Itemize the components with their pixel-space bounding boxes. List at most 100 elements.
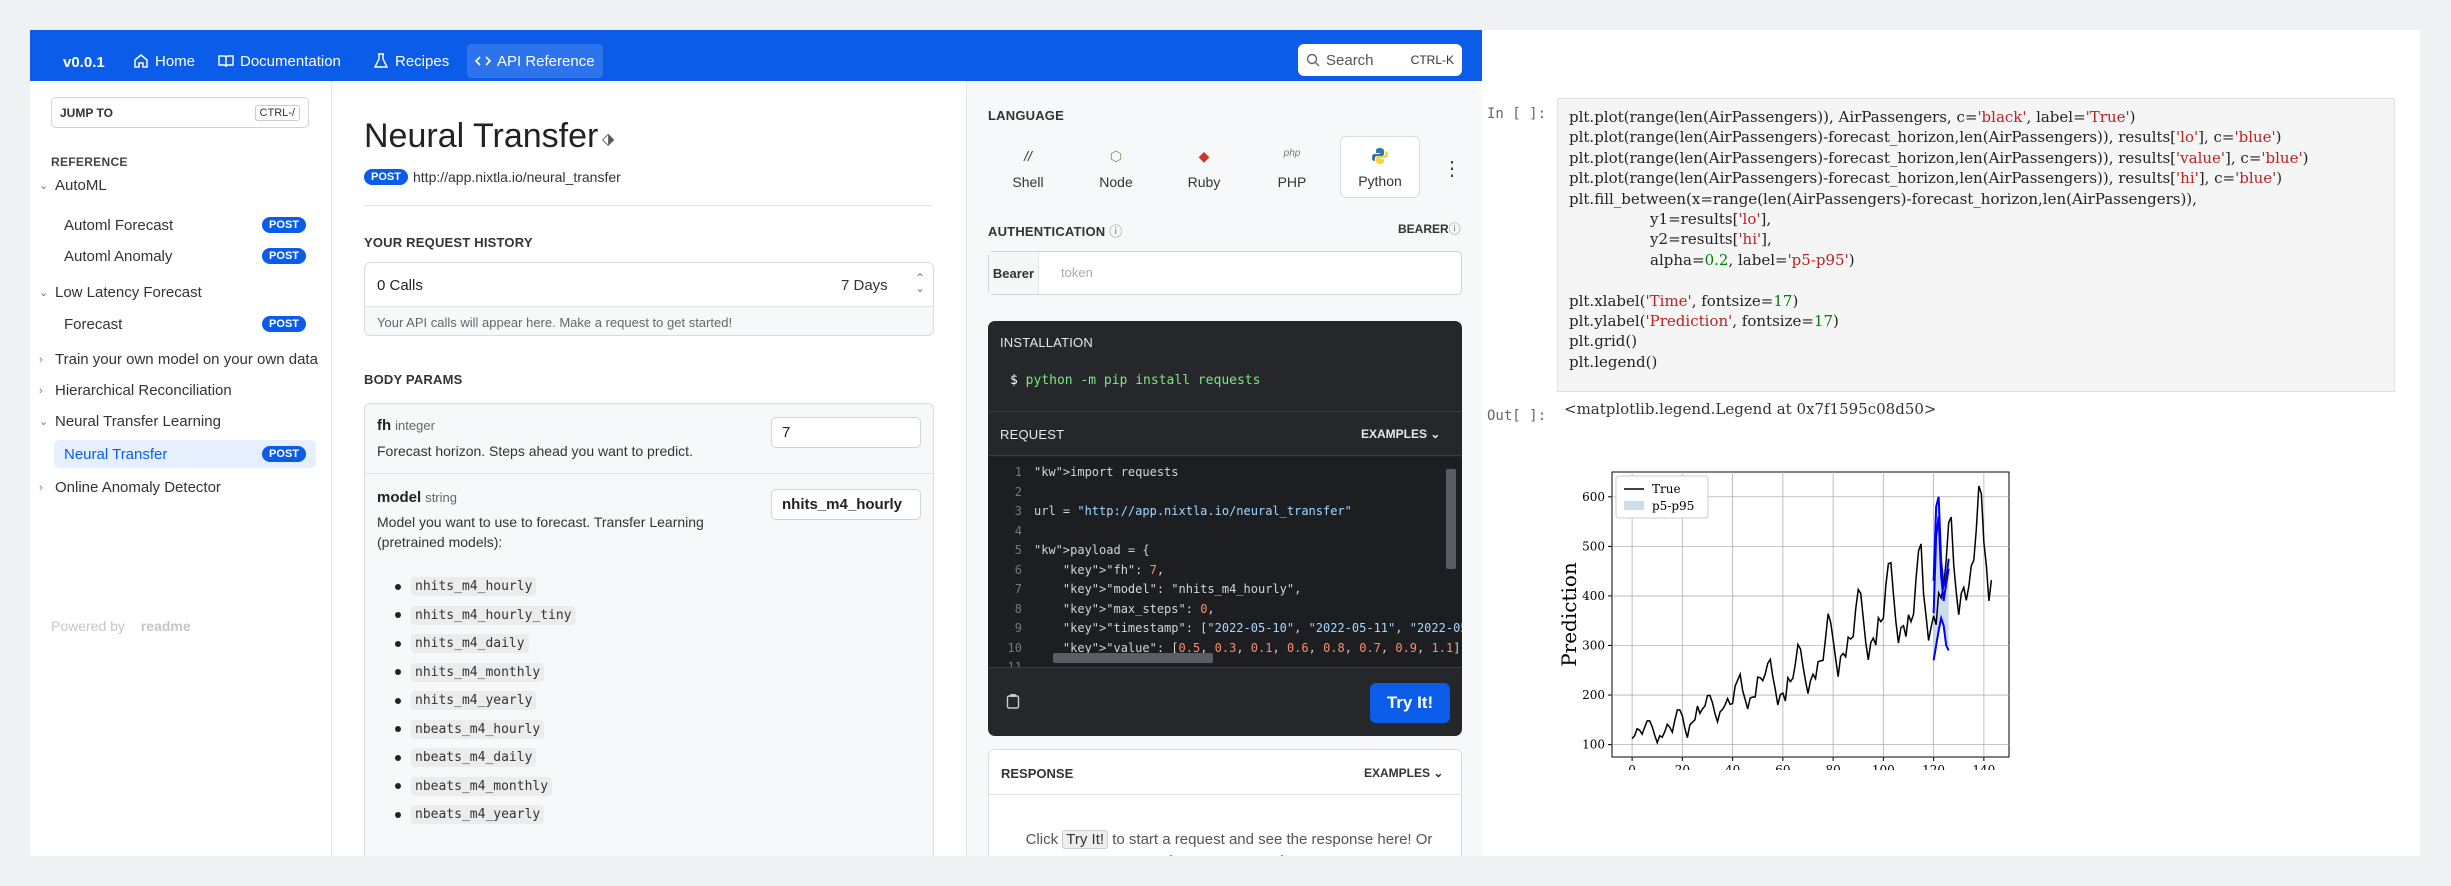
readme-logo: readme [140, 618, 191, 634]
y-tick-label: 300 [1582, 638, 1605, 652]
nav-home[interactable]: Home [125, 44, 203, 78]
shell-icon: // [1024, 148, 1032, 164]
request-history-label: YOUR REQUEST HISTORY [364, 235, 533, 250]
code-line-text: "key">"max_steps": 0, [1062, 601, 1215, 616]
endpoint-url: http://app.nixtla.io/neural_transfer [413, 169, 621, 185]
nav-recipes[interactable]: Recipes [365, 44, 457, 78]
node-icon: ⬡ [1109, 148, 1123, 164]
sidebar-group-label: Low Latency Forecast [55, 284, 202, 301]
line-number: 3 [1014, 504, 1022, 518]
sidebar-group-low-latency-forecast[interactable]: ⌄ Low Latency Forecast [39, 284, 202, 301]
history-header: 0 Calls 7 Days ⌃ ⌄ [365, 263, 933, 307]
period-select[interactable]: 7 Days [841, 277, 888, 294]
version-selector[interactable]: v0.0.1 [63, 54, 105, 71]
response-examples-dropdown[interactable]: EXAMPLES ⌄ [1364, 766, 1443, 780]
sidebar-group-hierarchical-reconciliation[interactable]: › Hierarchical Reconciliation [39, 382, 232, 399]
language-php[interactable]: php PHP [1252, 136, 1332, 198]
code-line: 2 [988, 485, 1448, 505]
install-command-text: python -m pip install requests [1025, 373, 1261, 388]
token-placeholder: token [1061, 265, 1093, 280]
history-note: Your API calls will appear here. Make a … [377, 315, 733, 330]
param-name: fh integer [377, 417, 435, 434]
cell-output-text: <matplotlib.legend.Legend at 0x7f1595c08… [1564, 400, 1937, 418]
line-number: 5 [1014, 543, 1022, 557]
x-tick-label: 100 [1872, 763, 1895, 770]
code-line-text: "key">"model": "nhits_m4_hourly", [1062, 582, 1302, 596]
model-option-code: nbeats_m4_daily [411, 748, 537, 767]
horizontal-scrollbar[interactable] [1053, 653, 1213, 663]
powered-by-readme[interactable]: Powered by readme [51, 618, 191, 634]
search-input[interactable]: Search CTRL-K [1298, 44, 1462, 76]
line-number: 2 [1014, 484, 1022, 499]
tag-icon: ⬗ [602, 131, 615, 148]
model-option-code: nhits_m4_monthly [411, 662, 545, 682]
language-ruby[interactable]: ◆ Ruby [1164, 136, 1244, 198]
line-number: 1 [1014, 465, 1022, 479]
prompt-symbol: $ [1010, 373, 1026, 388]
info-icon: ⓘ [1448, 222, 1461, 236]
line-number: 9 [1014, 621, 1022, 635]
install-command: $ python -m pip install requests [1010, 373, 1260, 388]
line-number: 7 [1014, 582, 1022, 596]
model-input[interactable]: nhits_m4_hourly [771, 489, 921, 520]
language-label: Shell [1012, 174, 1044, 190]
code-cell[interactable]: plt.plot(range(len(AirPassengers)), AirP… [1557, 98, 2395, 392]
model-option-code: nhits_m4_yearly [411, 691, 537, 710]
vertical-scrollbar[interactable] [1446, 469, 1456, 569]
sidebar-group-label: Hierarchical Reconciliation [55, 382, 232, 399]
x-tick-label: 20 [1675, 763, 1690, 770]
chevron-right-icon: › [39, 384, 43, 397]
up-down-chevron-icon[interactable]: ⌃ ⌄ [915, 272, 925, 294]
model-option-code: nhits_m4_daily [411, 634, 529, 653]
model-option-item: nhits_m4_yearly [411, 691, 537, 710]
sidebar-item-forecast[interactable]: Forecast POST [54, 310, 316, 338]
language-python[interactable]: Python [1340, 136, 1420, 198]
x-tick-label: 120 [1922, 763, 1945, 770]
nav-documentation[interactable]: Documentation [210, 44, 349, 78]
fh-input[interactable]: 7 [771, 417, 921, 448]
language-shell[interactable]: // Shell [988, 136, 1068, 198]
sidebar-group-neural-transfer-learning[interactable]: ⌄ Neural Transfer Learning [39, 413, 221, 430]
installation-label: INSTALLATION [1000, 335, 1093, 350]
bearer-text: BEARER [1398, 222, 1449, 236]
param-name: model string [377, 489, 457, 506]
code-editor[interactable]: 1 "kw">import requests 2 3 url = "http://app… [988, 457, 1462, 667]
x-tick-label: 60 [1775, 763, 1790, 770]
nav-api-reference[interactable]: API Reference [467, 44, 603, 78]
code-line-text: "key">"timestamp": ["2022-05-10", "2022-… [1062, 621, 1462, 635]
try-it-button[interactable]: Try It! [1370, 683, 1450, 723]
sidebar-group-label: Online Anomaly Detector [55, 479, 221, 496]
chevron-right-icon: › [39, 481, 43, 494]
language-node[interactable]: ⬡ Node [1076, 136, 1156, 198]
python-icon [1371, 147, 1389, 165]
search-icon [1306, 53, 1320, 67]
sidebar-group-automl[interactable]: ⌄ AutoML [39, 177, 107, 194]
bearer-label: BEARERⓘ [1398, 220, 1461, 237]
sidebar-item-automl-anomaly[interactable]: Automl Anomaly POST [54, 242, 316, 270]
call-count: 0 Calls [377, 277, 423, 294]
param-model-name: model [377, 489, 422, 506]
bearer-token-field[interactable]: Bearer token [988, 251, 1462, 295]
jump-to-input[interactable]: JUMP TO CTRL-/ [51, 97, 309, 128]
sidebar-group-train-your-own-model[interactable]: › Train your own model on your own data [39, 351, 318, 368]
sidebar-item-label: Automl Forecast [64, 216, 174, 234]
language-label: Ruby [1187, 174, 1221, 190]
sidebar-group-online-anomaly-detector[interactable]: › Online Anomaly Detector [39, 479, 221, 496]
language-label: LANGUAGE [988, 108, 1064, 123]
code-line: 7 "key">"model": "nhits_m4_hourly", [988, 582, 1448, 602]
copy-clipboard-icon[interactable] [1006, 693, 1022, 711]
examples-dropdown[interactable]: EXAMPLES ⌄ [1361, 427, 1440, 441]
code-line: 9 "key">"timestamp": ["2022-05-10", "202… [988, 621, 1462, 641]
notebook-code-line: y1=results['lo'], [1569, 210, 1772, 228]
line-number: 11 [1007, 660, 1022, 667]
language-label: PHP [1277, 174, 1307, 190]
notebook-code-line: plt.grid() [1569, 332, 1638, 351]
post-badge: POST [262, 316, 306, 332]
model-option-item: nhits_m4_hourly [411, 577, 537, 596]
main-content: Neural Transfer ⬗ POST http://app.nixtla… [332, 81, 966, 856]
sidebar-group-label: AutoML [55, 177, 107, 194]
sidebar-item-neural-transfer[interactable]: Neural Transfer POST [54, 440, 316, 468]
sidebar-item-automl-forecast[interactable]: Automl Forecast POST [54, 211, 316, 239]
language-label: Python [1358, 173, 1402, 189]
more-options-icon[interactable]: ⋮ [1442, 156, 1462, 181]
